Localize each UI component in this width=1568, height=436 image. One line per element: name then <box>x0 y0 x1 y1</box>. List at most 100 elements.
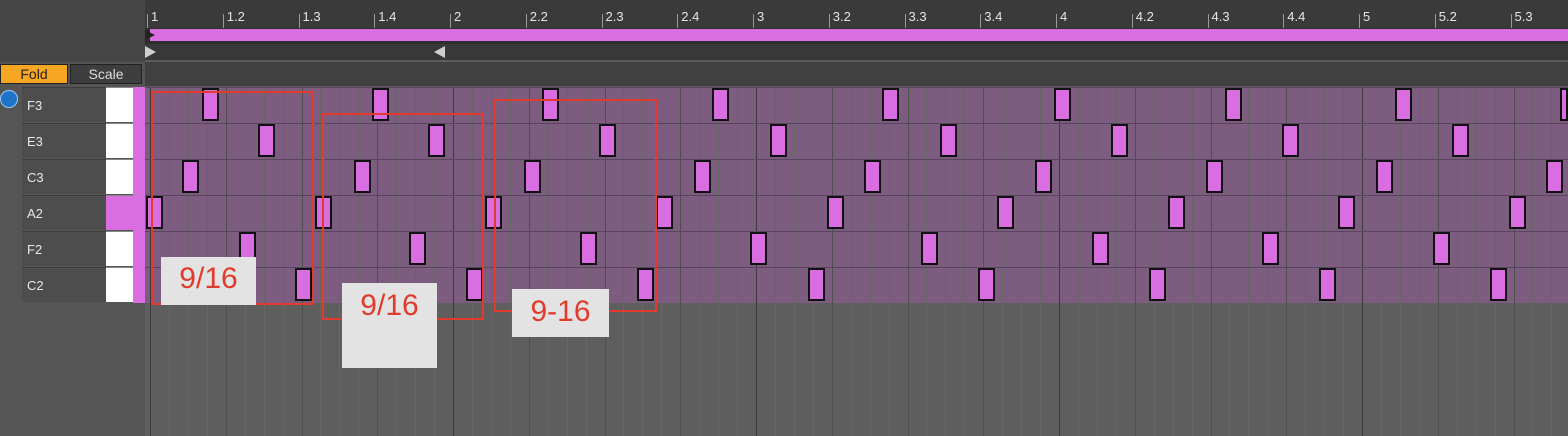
grid-line <box>983 87 985 436</box>
grid-line <box>1210 87 1212 436</box>
ruler-tick-label: 1.3 <box>302 9 321 24</box>
grid-line <box>1229 87 1231 436</box>
ruler-tick <box>1056 14 1057 28</box>
ruler-tick-label: 5.2 <box>1438 9 1457 24</box>
grid-line <box>1324 87 1326 436</box>
midi-note[interactable] <box>1560 88 1568 121</box>
grid-line <box>1002 87 1004 436</box>
midi-note[interactable] <box>1338 196 1355 229</box>
grid-line <box>661 87 663 436</box>
grid-line <box>1513 87 1515 436</box>
row-label-f3: F3 <box>22 87 106 122</box>
ruler-tick <box>601 14 603 28</box>
ruler-tick <box>1434 14 1436 28</box>
midi-note[interactable] <box>997 196 1014 229</box>
ruler-tick <box>298 14 300 28</box>
piano-key-c3[interactable] <box>106 159 133 194</box>
ruler-tick-label: 2.3 <box>605 9 624 24</box>
grid-line <box>1343 87 1345 436</box>
midi-note[interactable] <box>656 196 673 229</box>
grid-line <box>737 87 739 436</box>
ruler-tick-label: 3.4 <box>984 9 1003 24</box>
row-label-c2: C2 <box>22 267 106 302</box>
midi-note[interactable] <box>1168 196 1185 229</box>
ruler-tick-label: 5.3 <box>1514 9 1533 24</box>
annotation-label-1: 9/16 <box>161 257 256 305</box>
grid-line <box>1059 87 1060 436</box>
loop-start-arrow-icon <box>145 30 155 40</box>
midi-note[interactable] <box>750 232 767 265</box>
midi-note[interactable] <box>1395 88 1412 121</box>
grid-line <box>850 87 852 436</box>
midi-note[interactable] <box>1111 124 1128 157</box>
ruler-tick <box>525 14 527 28</box>
grid-line <box>869 87 871 436</box>
ruler-tick-label: 4.4 <box>1287 9 1306 24</box>
midi-note[interactable] <box>1092 232 1109 265</box>
row-label-c3: C3 <box>22 159 106 194</box>
midi-note[interactable] <box>1546 160 1563 193</box>
ruler-tick <box>1131 14 1133 28</box>
grid-line <box>1362 87 1363 436</box>
midi-note[interactable] <box>1452 124 1469 157</box>
end-marker-icon[interactable] <box>434 46 445 58</box>
midi-note[interactable] <box>1282 124 1299 157</box>
midi-note[interactable] <box>712 88 729 121</box>
ruler-tick-label: 3.2 <box>832 9 851 24</box>
midi-note[interactable] <box>1509 196 1526 229</box>
midi-note[interactable] <box>808 268 825 301</box>
piano-key-a2[interactable] <box>106 195 133 230</box>
grid-line <box>888 87 890 436</box>
midi-note[interactable] <box>882 88 899 121</box>
midi-note[interactable] <box>921 232 938 265</box>
midi-note[interactable] <box>1035 160 1052 193</box>
midi-note[interactable] <box>940 124 957 157</box>
midi-note[interactable] <box>1319 268 1336 301</box>
ruler-tick-label: 4.2 <box>1135 9 1154 24</box>
piano-key-f2[interactable] <box>106 231 133 266</box>
grid-line <box>1153 87 1155 436</box>
ruler-tick <box>147 14 148 28</box>
row-label-e3: E3 <box>22 123 106 158</box>
midi-note[interactable] <box>770 124 787 157</box>
scale-button[interactable]: Scale <box>70 64 142 84</box>
ruler-tick-label: 1.4 <box>378 9 397 24</box>
ruler-tick <box>904 14 906 28</box>
ruler-tick <box>1510 14 1512 28</box>
time-ruler[interactable] <box>145 0 1568 29</box>
piano-key-f3[interactable] <box>106 87 133 122</box>
loop-brace[interactable] <box>150 29 1568 41</box>
midi-note[interactable] <box>1433 232 1450 265</box>
ruler-tick-label: 4.3 <box>1211 9 1230 24</box>
fold-button[interactable]: Fold <box>0 64 68 84</box>
midi-note[interactable] <box>1490 268 1507 301</box>
grid-line <box>1021 87 1023 436</box>
grid-line <box>793 87 795 436</box>
marker-strip[interactable] <box>145 44 1568 60</box>
piano-key-e3[interactable] <box>106 123 133 158</box>
grid-line <box>1191 87 1193 436</box>
midi-note[interactable] <box>694 160 711 193</box>
piano-key-c2[interactable] <box>106 267 133 302</box>
ruler-tick <box>677 14 679 28</box>
midi-note[interactable] <box>864 160 881 193</box>
midi-note[interactable] <box>1225 88 1242 121</box>
ruler-tick <box>1359 14 1360 28</box>
midi-note[interactable] <box>1262 232 1279 265</box>
grid-line <box>907 87 909 436</box>
grid-line <box>1494 87 1496 436</box>
grid-line <box>680 87 682 436</box>
midi-note[interactable] <box>1054 88 1071 121</box>
grid-line <box>831 87 833 436</box>
midi-note[interactable] <box>827 196 844 229</box>
midi-note[interactable] <box>978 268 995 301</box>
record-monitor-icon[interactable] <box>0 90 18 108</box>
annotation-label-1-text: 9/16 <box>179 262 238 295</box>
midi-note[interactable] <box>1206 160 1223 193</box>
midi-note[interactable] <box>1149 268 1166 301</box>
ruler-tick-label: 4 <box>1060 9 1068 24</box>
row-label-a2: A2 <box>22 195 106 230</box>
midi-note[interactable] <box>1376 160 1393 193</box>
start-marker-icon[interactable] <box>145 46 156 58</box>
grid-line <box>812 87 814 436</box>
